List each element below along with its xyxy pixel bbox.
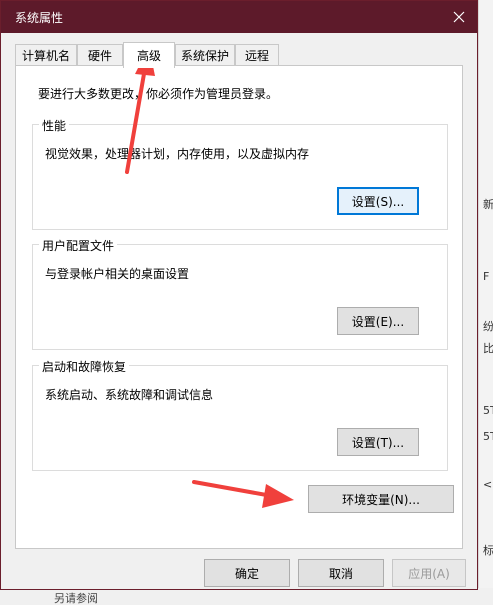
advanced-tab-panel: 要进行大多数更改，你必须作为管理员登录。 性能 视觉效果，处理器计划，内存使用，… — [15, 65, 463, 549]
bg-text-fragment: 比 — [483, 342, 493, 355]
tab-remote[interactable]: 远程 — [235, 44, 279, 66]
performance-legend: 性能 — [39, 117, 70, 134]
user-profiles-settings-button[interactable]: 设置(E)... — [337, 307, 419, 335]
bg-text-fragment: 新 — [483, 198, 493, 211]
system-properties-dialog: 系统属性 计算机名 硬件 高级 系统保护 远程 要进行大多数更改，你必须作为管理… — [0, 0, 478, 590]
bg-text-fragment: F — [483, 270, 490, 283]
environment-variables-button[interactable]: 环境变量(N)... — [308, 485, 454, 513]
startup-recovery-description: 系统启动、系统故障和调试信息 — [45, 388, 214, 402]
window-title: 系统属性 — [15, 11, 64, 25]
startup-recovery-legend: 启动和故障恢复 — [39, 358, 130, 375]
bg-text-see-also: 另请参阅 — [54, 592, 98, 605]
bg-text-fragment: 5T — [483, 430, 493, 443]
apply-button[interactable]: 应用(A) — [392, 559, 466, 587]
performance-group: 性能 视觉效果，处理器计划，内存使用，以及虚拟内存 设置(S)... — [32, 117, 448, 230]
close-icon — [453, 11, 465, 23]
bg-text-fragment: 纷 — [483, 320, 493, 333]
admin-notice: 要进行大多数更改，你必须作为管理员登录。 — [38, 87, 279, 101]
bg-text-fragment: < — [483, 478, 493, 491]
tab-hardware[interactable]: 硬件 — [77, 44, 123, 66]
bg-text-fragment: 标 — [483, 544, 493, 557]
background-window-bottom: 另请参阅 — [0, 588, 493, 605]
close-button[interactable] — [441, 1, 477, 33]
tab-advanced[interactable]: 高级 — [123, 42, 175, 68]
performance-description: 视觉效果，处理器计划，内存使用，以及虚拟内存 — [45, 147, 310, 161]
ok-button[interactable]: 确定 — [204, 559, 290, 587]
cancel-button[interactable]: 取消 — [298, 559, 384, 587]
title-bar[interactable]: 系统属性 — [1, 1, 477, 33]
user-profiles-legend: 用户配置文件 — [39, 237, 118, 254]
startup-recovery-group: 启动和故障恢复 系统启动、系统故障和调试信息 设置(T)... — [32, 358, 448, 471]
user-profiles-group: 用户配置文件 与登录帐户相关的桌面设置 设置(E)... — [32, 237, 448, 350]
background-window-edge: 新 F 纷 比 5T 5T < 标 — [478, 0, 493, 605]
user-profiles-description: 与登录帐户相关的桌面设置 — [45, 267, 190, 281]
performance-settings-button[interactable]: 设置(S)... — [337, 187, 419, 215]
bg-text-fragment: 5T — [483, 404, 493, 417]
startup-recovery-settings-button[interactable]: 设置(T)... — [337, 428, 419, 456]
tab-system-protection[interactable]: 系统保护 — [175, 44, 235, 66]
tab-computer-name[interactable]: 计算机名 — [15, 44, 77, 66]
